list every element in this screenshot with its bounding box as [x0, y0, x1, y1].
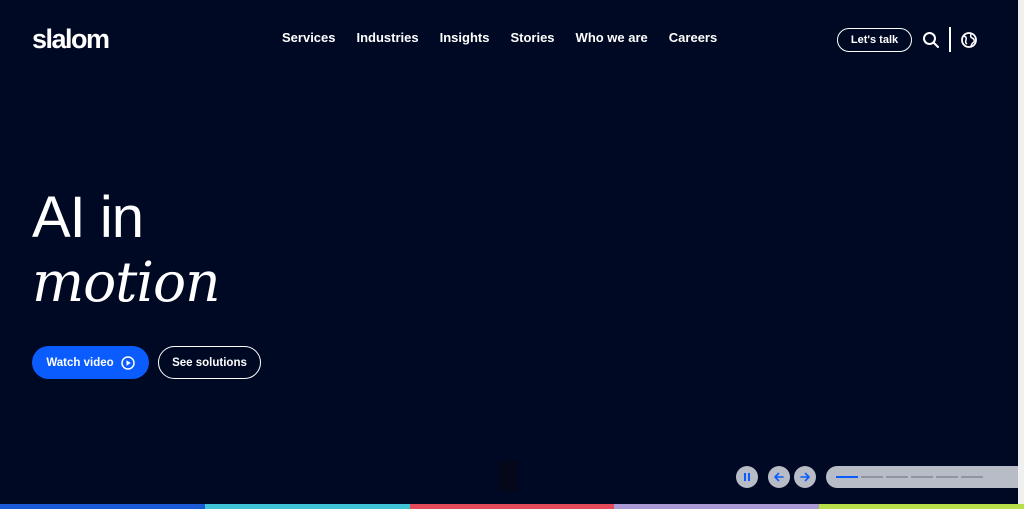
progress-segment[interactable]	[911, 476, 933, 478]
progress-segment[interactable]	[861, 476, 883, 478]
color-band-segment	[0, 504, 205, 509]
main-nav: Services Industries Insights Stories Who…	[282, 30, 717, 45]
hero-title-line2: motion	[32, 250, 220, 314]
color-band-segment	[204, 504, 410, 509]
progress-segment[interactable]	[936, 476, 958, 478]
progress-segment[interactable]	[886, 476, 908, 478]
site-header: slalom Services Industries Insights Stor…	[0, 0, 1024, 80]
progress-segment[interactable]	[961, 476, 983, 478]
progress-segment[interactable]	[836, 476, 858, 478]
lets-talk-button[interactable]: Let's talk	[837, 28, 912, 52]
color-band-segment	[409, 504, 615, 509]
nav-item-stories[interactable]: Stories	[510, 30, 554, 45]
watch-video-button[interactable]: Watch video	[32, 346, 149, 379]
arrow-left-icon[interactable]	[768, 466, 790, 488]
see-solutions-button[interactable]: See solutions	[158, 346, 261, 379]
color-band-segment	[819, 504, 1024, 509]
nav-item-insights[interactable]: Insights	[440, 30, 490, 45]
color-band	[0, 504, 1024, 509]
nav-item-who-we-are[interactable]: Who we are	[576, 30, 648, 45]
color-band-segment	[614, 504, 820, 509]
carousel-progress[interactable]	[826, 466, 1018, 488]
play-circle-icon	[120, 355, 135, 370]
hero-title-line1: AI in	[32, 185, 144, 250]
scrollbar[interactable]	[1018, 0, 1024, 509]
arrow-right-icon[interactable]	[794, 466, 816, 488]
slalom-logo[interactable]: slalom	[32, 24, 110, 55]
search-icon[interactable]	[921, 30, 941, 50]
nav-item-services[interactable]: Services	[282, 30, 336, 45]
pause-icon[interactable]	[736, 466, 758, 488]
nav-item-careers[interactable]: Careers	[669, 30, 717, 45]
header-divider	[949, 27, 951, 52]
watch-video-label: Watch video	[46, 356, 114, 369]
nav-item-industries[interactable]: Industries	[357, 30, 419, 45]
globe-icon[interactable]	[959, 30, 979, 50]
video-placeholder	[498, 460, 518, 492]
